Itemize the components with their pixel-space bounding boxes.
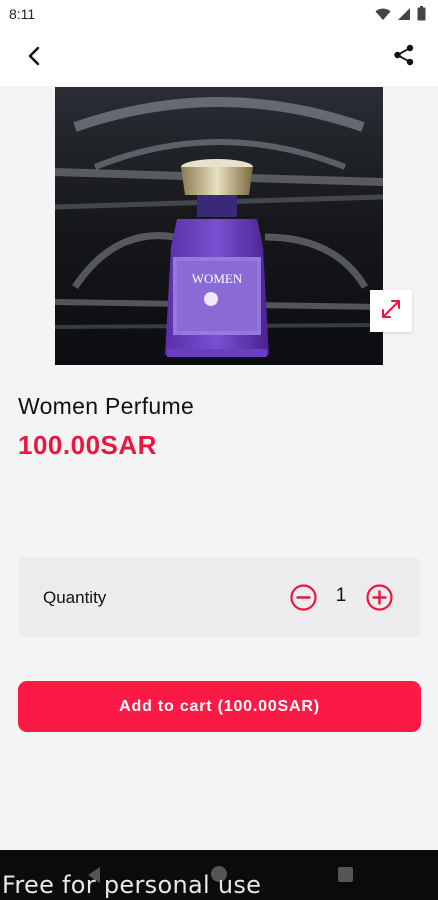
minus-circle-icon [290, 584, 317, 611]
perfume-bottle-image: WOMEN [55, 87, 383, 365]
add-to-cart-button[interactable]: Add to cart (100.00SAR) [18, 681, 421, 732]
status-time: 8:11 [9, 6, 36, 22]
plus-circle-icon [366, 584, 393, 611]
quantity-value: 1 [335, 585, 347, 606]
product-title: Women Perfume [18, 393, 195, 419]
watermark-text: Free for personal use [2, 871, 262, 899]
product-image[interactable]: WOMEN [55, 87, 383, 365]
product-price: 100.00SAR [18, 430, 157, 460]
status-icons [375, 6, 426, 26]
back-button[interactable] [20, 44, 48, 72]
battery-icon [417, 6, 426, 26]
signal-icon [397, 7, 411, 26]
status-bar: 8:11 [0, 0, 438, 30]
quantity-card: Quantity 1 [18, 557, 420, 637]
quantity-label: Quantity [43, 588, 107, 607]
expand-icon [381, 299, 401, 324]
share-icon [393, 44, 415, 71]
quantity-decrease-button[interactable] [290, 584, 317, 611]
app-bar [0, 30, 438, 86]
nav-recents-icon[interactable] [338, 867, 353, 882]
back-arrow-icon [27, 46, 41, 71]
expand-button[interactable] [370, 290, 412, 332]
quantity-increase-button[interactable] [366, 584, 393, 611]
share-button[interactable] [390, 43, 418, 71]
wifi-icon [375, 7, 391, 26]
bottle-label: WOMEN [192, 271, 243, 286]
